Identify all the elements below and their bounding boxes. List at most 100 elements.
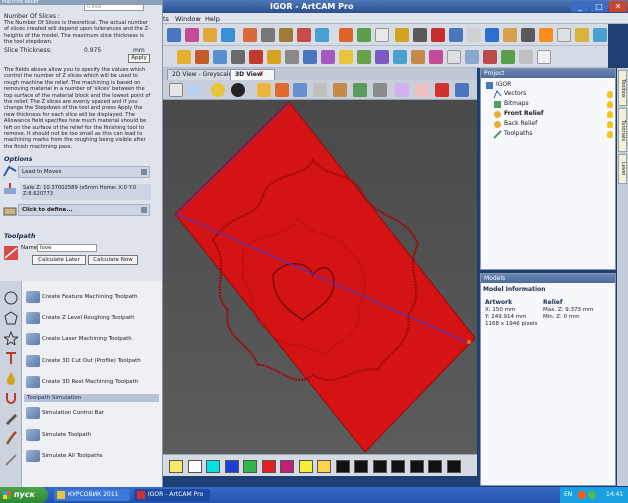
cut-out-profile-tool[interactable]: Create 3D Cut Out (Profile) Toolpath bbox=[24, 353, 159, 370]
bear-icon[interactable] bbox=[243, 28, 257, 42]
menu-window[interactable]: Window bbox=[175, 15, 201, 23]
color-swatch[interactable] bbox=[428, 460, 442, 473]
red-view-icon[interactable] bbox=[435, 83, 449, 97]
star-toolbar-icon[interactable] bbox=[177, 50, 191, 64]
tray-icon[interactable] bbox=[578, 491, 586, 499]
tree-item-front-relief[interactable]: Front Relief bbox=[504, 110, 544, 117]
calculate-later-button[interactable]: Calculate Later bbox=[32, 255, 86, 265]
color-swatch[interactable] bbox=[169, 460, 183, 473]
arrow-icon[interactable] bbox=[395, 28, 409, 42]
expand-icon[interactable] bbox=[141, 207, 147, 213]
lead-in-moves-row[interactable]: Lead In Moves bbox=[18, 166, 150, 178]
knife-icon[interactable] bbox=[4, 453, 18, 467]
loop-icon[interactable] bbox=[429, 50, 443, 64]
visibility-bulb-icon[interactable] bbox=[607, 101, 613, 108]
color-swatch[interactable] bbox=[335, 460, 350, 473]
wave-icon[interactable] bbox=[213, 50, 227, 64]
light-icon[interactable] bbox=[339, 50, 353, 64]
tree-item-toolpaths[interactable]: Toolpaths bbox=[504, 130, 532, 137]
draw-icon[interactable] bbox=[293, 83, 307, 97]
tab-2d-view[interactable]: 2D View - Greyscale bbox=[167, 69, 238, 80]
tab-tutorials[interactable]: Tutorials bbox=[618, 108, 627, 152]
grid-icon[interactable] bbox=[285, 50, 299, 64]
safe-z-home[interactable]: Safe Z: 10.37002589 (ə5mm Home: X:0 Y:0 … bbox=[21, 184, 151, 200]
slice-count-field[interactable]: 0.650 bbox=[84, 4, 144, 11]
3d-viewport[interactable] bbox=[163, 100, 477, 454]
apply-button[interactable]: Apply bbox=[128, 54, 150, 63]
pink-view-icon[interactable] bbox=[415, 83, 429, 97]
green-plane-icon[interactable] bbox=[353, 83, 367, 97]
magic-icon[interactable] bbox=[539, 28, 553, 42]
tab-toolbox[interactable]: Toolbox bbox=[618, 70, 627, 106]
scale-icon[interactable] bbox=[393, 50, 407, 64]
close-tab-icon[interactable]: ✕ bbox=[259, 71, 265, 77]
start-button[interactable]: пуск bbox=[0, 487, 48, 503]
calculate-now-button[interactable]: Calculate Now bbox=[88, 255, 138, 265]
minimize-button[interactable]: _ bbox=[571, 1, 589, 12]
color-swatch[interactable] bbox=[224, 460, 239, 473]
relief-icon[interactable] bbox=[203, 28, 217, 42]
feature-machining-tool[interactable]: Create Feature Machining Toolpath bbox=[24, 289, 159, 306]
network-icon[interactable] bbox=[588, 491, 596, 499]
color-swatch[interactable] bbox=[317, 460, 331, 473]
tree-item-bitmaps[interactable]: Bitmaps bbox=[504, 100, 529, 107]
merge-icon[interactable] bbox=[357, 28, 371, 42]
color-swatch[interactable] bbox=[298, 460, 313, 473]
zoom-icon[interactable] bbox=[187, 83, 201, 97]
color-swatch[interactable] bbox=[409, 460, 424, 473]
frame-icon[interactable] bbox=[375, 50, 389, 64]
bird-icon[interactable] bbox=[249, 50, 263, 64]
shapes-icon[interactable] bbox=[485, 28, 499, 42]
color-swatch[interactable] bbox=[206, 460, 220, 473]
task-folder[interactable]: КУРСОВИК 2011 Бра... bbox=[54, 489, 130, 501]
blue-view-icon[interactable] bbox=[455, 83, 469, 97]
blank-icon[interactable] bbox=[375, 28, 389, 42]
close-button[interactable]: ✕ bbox=[609, 1, 627, 12]
sun-icon[interactable] bbox=[267, 50, 281, 64]
color-swatch[interactable] bbox=[391, 460, 405, 473]
page-icon[interactable] bbox=[537, 50, 551, 64]
expand-icon[interactable] bbox=[141, 169, 147, 175]
tree-item-vectors[interactable]: Vectors bbox=[504, 90, 526, 97]
align-icon[interactable] bbox=[519, 50, 533, 64]
tab-3d-view[interactable]: 3D View bbox=[230, 69, 276, 80]
visibility-bulb-icon[interactable] bbox=[607, 111, 613, 118]
cube-icon[interactable] bbox=[261, 28, 275, 42]
color-swatch[interactable] bbox=[372, 460, 387, 473]
crosshair-icon[interactable] bbox=[467, 28, 481, 42]
name-input[interactable]: love bbox=[37, 244, 97, 252]
simulate-all-toolpaths-tool[interactable]: Simulate All Toolpaths bbox=[24, 448, 159, 465]
z-level-roughing-tool[interactable]: Create Z Level Roughing Toolpath bbox=[24, 310, 159, 327]
relief-view-icon[interactable] bbox=[395, 83, 409, 97]
sphere-icon[interactable] bbox=[315, 28, 329, 42]
outline-icon[interactable] bbox=[465, 50, 479, 64]
color-swatch[interactable] bbox=[354, 460, 368, 473]
text-tool-icon[interactable] bbox=[4, 351, 18, 365]
sculpt-icon[interactable] bbox=[321, 50, 335, 64]
maximize-button[interactable]: □ bbox=[590, 1, 608, 12]
star-icon[interactable] bbox=[4, 331, 18, 345]
laser-machining-tool[interactable]: Create Laser Machining Toolpath bbox=[24, 331, 159, 348]
language-indicator[interactable]: EN bbox=[564, 491, 572, 498]
color-swatch[interactable] bbox=[280, 460, 294, 473]
task-artcam[interactable]: IGOR - ArtCAM Pro bbox=[134, 489, 210, 501]
pen-toolbar-icon[interactable] bbox=[431, 28, 445, 42]
gem-icon[interactable] bbox=[185, 28, 199, 42]
cut-icon[interactable] bbox=[483, 50, 497, 64]
visibility-bulb-icon[interactable] bbox=[607, 121, 613, 128]
flat-icon[interactable] bbox=[313, 83, 327, 97]
project-root[interactable]: IGOR bbox=[496, 81, 511, 88]
pen-icon[interactable] bbox=[4, 411, 18, 425]
simulate-toolpath-tool[interactable]: Simulate Toolpath bbox=[24, 427, 159, 444]
visibility-bulb-icon[interactable] bbox=[607, 131, 613, 138]
material-define-row[interactable]: Click to define... bbox=[18, 204, 150, 216]
eye-icon[interactable] bbox=[231, 83, 245, 97]
move-icon[interactable] bbox=[521, 28, 535, 42]
tree-item-back-relief[interactable]: Back Relief bbox=[504, 120, 537, 127]
text-icon[interactable] bbox=[557, 28, 571, 42]
stamp-icon[interactable] bbox=[279, 28, 293, 42]
3d-icon[interactable] bbox=[303, 50, 317, 64]
join-icon[interactable] bbox=[501, 50, 515, 64]
brush-toolbar-icon[interactable] bbox=[297, 28, 311, 42]
menu-item[interactable]: ts bbox=[163, 15, 169, 23]
